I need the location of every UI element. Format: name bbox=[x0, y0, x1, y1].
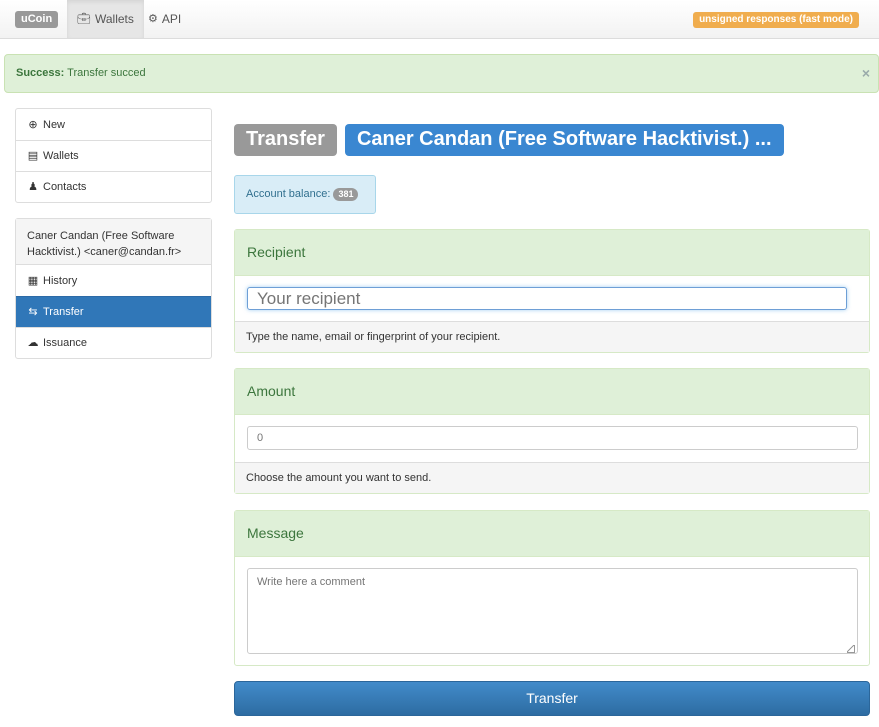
message-panel: Message bbox=[234, 510, 870, 666]
amount-input[interactable] bbox=[247, 426, 858, 450]
recipient-help: Type the name, email or fingerprint of y… bbox=[235, 321, 869, 352]
sidebar-item-label: New bbox=[43, 118, 66, 131]
transfer-button[interactable]: Transfer bbox=[234, 681, 870, 716]
calendar-icon: ▦ bbox=[27, 274, 39, 287]
cloud-download-icon: ☁ bbox=[27, 337, 39, 349]
page-title: Transfer Caner Candan (Free Software Hac… bbox=[234, 124, 784, 156]
account-balance: Account balance: 381 bbox=[234, 175, 376, 214]
account-header: Caner Candan (Free Software Hacktivist.)… bbox=[16, 219, 211, 265]
message-heading: Message bbox=[235, 511, 869, 557]
mode-badge: unsigned responses (fast mode) bbox=[693, 12, 859, 28]
sidebar-item-transfer[interactable]: ⇆ Transfer bbox=[16, 296, 211, 327]
sidebar-item-label: Issuance bbox=[43, 337, 88, 349]
balance-label: Account balance: bbox=[246, 188, 331, 200]
sidebar-item-label: Contacts bbox=[43, 181, 87, 193]
sidebar-item-issuance[interactable]: ☁ Issuance bbox=[16, 327, 211, 358]
credit-card-icon: ▤ bbox=[27, 150, 39, 162]
balance-badge: 381 bbox=[333, 187, 359, 201]
alert-message: Transfer succed bbox=[67, 67, 146, 79]
title-label: Transfer bbox=[234, 124, 337, 156]
tab-api-label: API bbox=[161, 12, 182, 26]
sidebar-item-new[interactable]: ⊕ New bbox=[16, 109, 211, 140]
resize-handle[interactable] bbox=[847, 645, 855, 653]
sidebar-item-wallets[interactable]: ▤ Wallets bbox=[16, 140, 211, 171]
close-icon[interactable]: × bbox=[862, 55, 870, 92]
amount-panel: Amount Choose the amount you want to sen… bbox=[234, 368, 870, 494]
transfer-icon: ⇆ bbox=[28, 306, 38, 318]
recipient-heading: Recipient bbox=[235, 230, 869, 276]
tab-api[interactable]: ⚙ API bbox=[138, 0, 191, 38]
sidebar-item-label: Wallets bbox=[43, 150, 79, 162]
user-icon: ♟ bbox=[28, 181, 38, 193]
amount-help: Choose the amount you want to send. bbox=[235, 462, 869, 493]
sidebar-item-contacts[interactable]: ♟ Contacts bbox=[16, 171, 211, 202]
brand-logo[interactable]: uCoin bbox=[15, 11, 59, 28]
account-menu: Caner Candan (Free Software Hacktivist.)… bbox=[15, 218, 212, 359]
message-textarea[interactable] bbox=[247, 568, 858, 654]
sidebar-item-label: Transfer bbox=[43, 306, 84, 318]
sidebar-item-label: History bbox=[43, 274, 78, 287]
recipient-panel: Recipient Type the name, email or finger… bbox=[234, 229, 870, 353]
tab-wallets-label: Wallets bbox=[94, 12, 134, 26]
navbar: uCoin 💼︎ Wallets ⚙ API unsigned response… bbox=[0, 0, 879, 39]
sidebar-menu: ⊕ New ▤ Wallets ♟ Contacts bbox=[15, 108, 212, 203]
alert-strong: Success: bbox=[16, 67, 65, 79]
tab-wallets[interactable]: 💼︎ Wallets bbox=[67, 0, 144, 38]
briefcase-icon: 💼︎ bbox=[77, 13, 91, 25]
amount-heading: Amount bbox=[235, 369, 869, 415]
sidebar-item-history[interactable]: ▦ History bbox=[16, 265, 211, 296]
account-name-label: Caner Candan (Free Software Hacktivist.)… bbox=[344, 124, 784, 156]
plus-circle-icon: ⊕ bbox=[28, 118, 38, 131]
success-alert: Success: Transfer succed × bbox=[4, 54, 879, 93]
gear-icon: ⚙ bbox=[148, 13, 158, 25]
recipient-input[interactable] bbox=[247, 287, 847, 310]
